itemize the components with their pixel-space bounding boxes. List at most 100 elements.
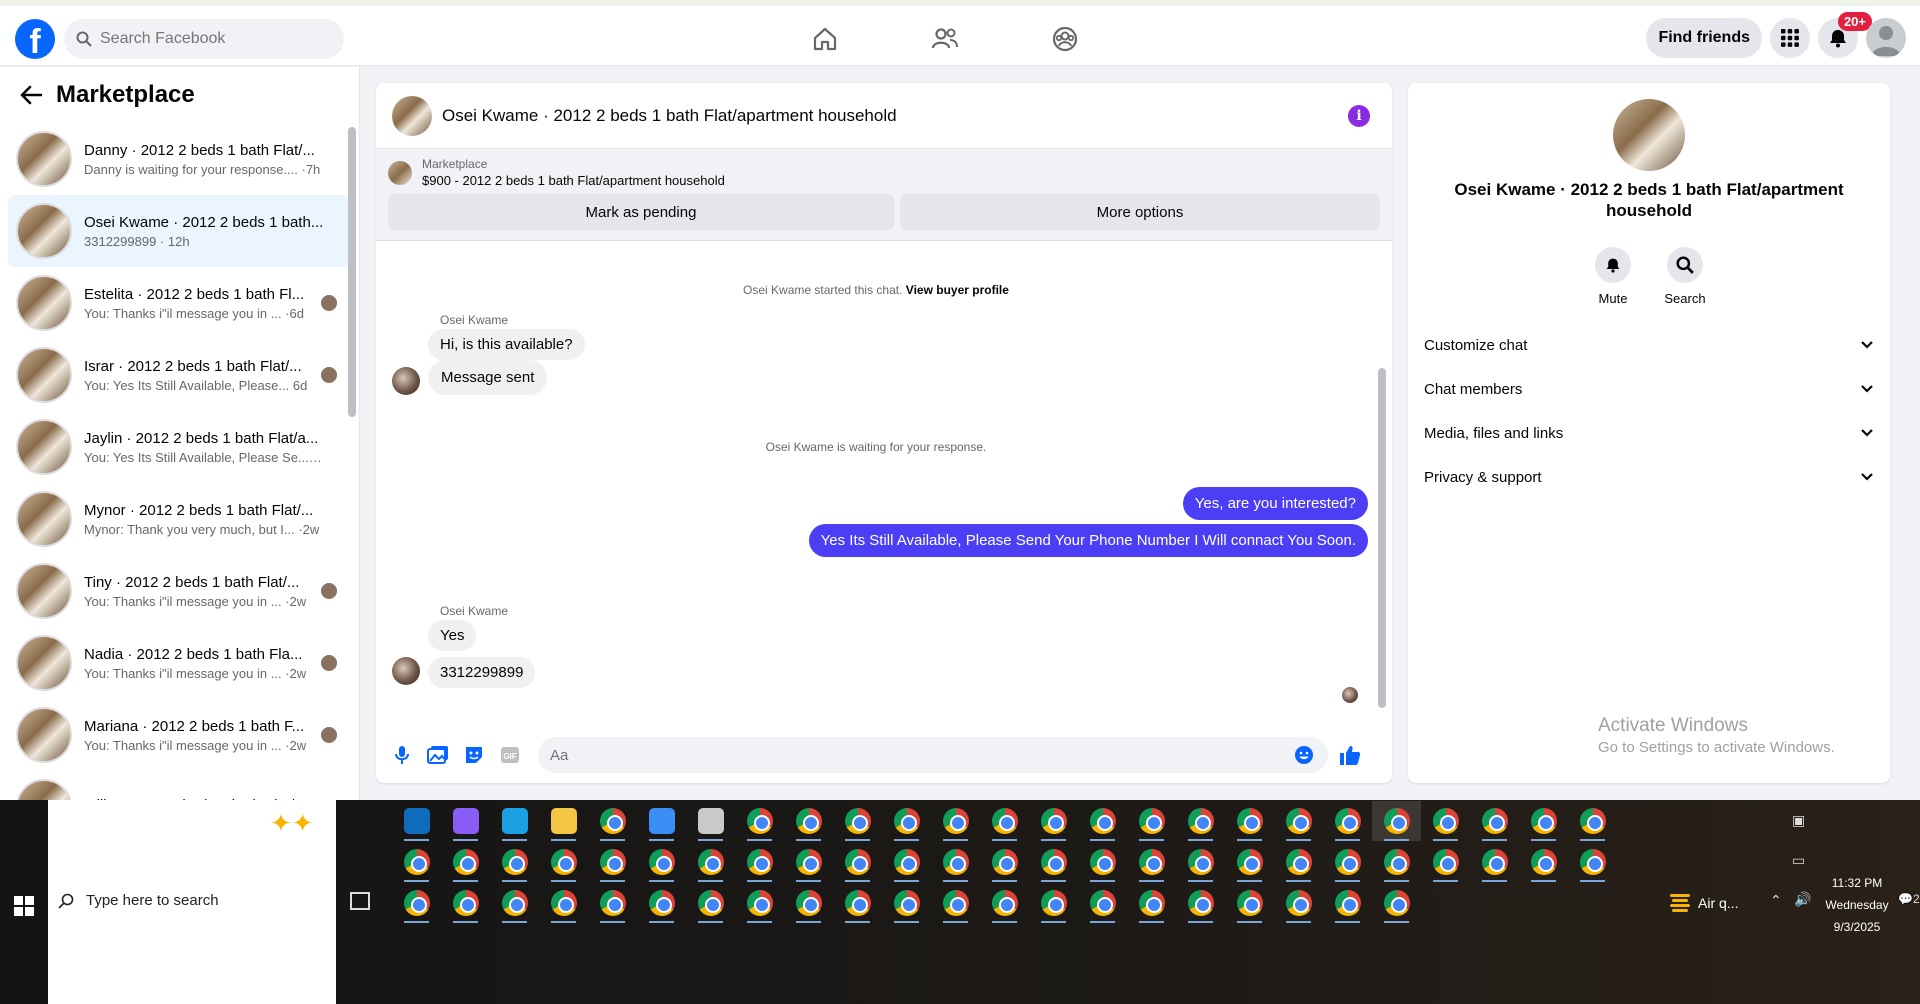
chrome-icon[interactable]	[637, 883, 686, 923]
chrome-icon[interactable]	[1225, 801, 1274, 841]
outgoing-message[interactable]: Yes, are you interested?	[1182, 487, 1368, 520]
sender-avatar[interactable]	[392, 367, 420, 395]
chat-listing-thumbnail[interactable]	[392, 95, 432, 136]
chrome-icon[interactable]	[1372, 842, 1421, 882]
chrome-icon[interactable]	[1274, 801, 1323, 841]
conversation-item[interactable]: Osei Kwame · 2012 2 beds 1 bath... 331229…	[8, 195, 351, 267]
chevron-up-icon[interactable]: ⌃	[1770, 892, 1782, 909]
sender-avatar[interactable]	[392, 657, 420, 685]
chrome-icon[interactable]	[980, 883, 1029, 923]
chrome-icon[interactable]	[441, 883, 490, 923]
sticker-icon[interactable]	[462, 743, 486, 767]
conversation-item[interactable]: Estelita · 2012 2 beds 1 bath Fl... You: …	[8, 267, 351, 339]
chrome-icon[interactable]	[490, 883, 539, 923]
chrome-icon[interactable]	[1421, 842, 1470, 882]
chrome-icon[interactable]	[1274, 842, 1323, 882]
chrome-icon[interactable]	[1029, 842, 1078, 882]
gif-icon[interactable]: GIF	[498, 743, 522, 767]
chrome-icon[interactable]	[1568, 801, 1617, 841]
chrome-icon[interactable]	[392, 883, 441, 923]
chrome-icon[interactable]	[833, 801, 882, 841]
chrome-icon[interactable]	[1372, 883, 1421, 923]
edge-icon[interactable]	[490, 801, 539, 841]
chrome-icon[interactable]	[1519, 801, 1568, 841]
like-thumb-icon[interactable]	[1338, 743, 1362, 767]
message-input[interactable]	[538, 737, 1328, 773]
media-files-links-section[interactable]: Media, files and links	[1424, 415, 1874, 451]
chrome-icon[interactable]	[980, 801, 1029, 841]
microphone-icon[interactable]	[390, 743, 414, 767]
chrome-icon[interactable]	[931, 842, 980, 882]
taskbar-search-box[interactable]: ✦✦ Type here to search	[48, 800, 336, 1004]
conversation-item[interactable]: Israr · 2012 2 beds 1 bath Flat/... You: …	[8, 339, 351, 411]
chrome-icon[interactable]	[1176, 801, 1225, 841]
chrome-icon[interactable]	[1372, 801, 1421, 841]
chrome-icon[interactable]	[980, 842, 1029, 882]
chrome-icon[interactable]	[1176, 883, 1225, 923]
conversation-item[interactable]: Jaylin · 2012 2 beds 1 bath Flat/a... You…	[8, 411, 351, 483]
chrome-icon[interactable]	[882, 801, 931, 841]
store-icon[interactable]	[637, 801, 686, 841]
chrome-icon[interactable]	[931, 801, 980, 841]
chat-scrollbar[interactable]	[1378, 368, 1386, 708]
task-view-icon[interactable]	[350, 892, 370, 910]
chrome-icon[interactable]	[882, 883, 931, 923]
chrome-icon[interactable]	[588, 883, 637, 923]
chrome-icon[interactable]	[784, 842, 833, 882]
chrome-icon[interactable]	[1225, 842, 1274, 882]
weather-widget[interactable]: Air q...	[1670, 892, 1738, 914]
chrome-icon[interactable]	[539, 842, 588, 882]
back-arrow-icon[interactable]	[20, 85, 42, 105]
facebook-logo[interactable]: f	[15, 19, 55, 59]
conversation-item[interactable]: Tiny · 2012 2 beds 1 bath Flat/... You: T…	[8, 555, 351, 627]
chrome-icon[interactable]	[1323, 801, 1372, 841]
chrome-icon[interactable]	[637, 842, 686, 882]
chrome-icon[interactable]	[588, 801, 637, 841]
find-friends-button[interactable]: Find friends	[1646, 18, 1762, 58]
friends-icon[interactable]	[920, 19, 970, 59]
copilot-icon[interactable]	[441, 801, 490, 841]
chrome-icon[interactable]	[539, 883, 588, 923]
more-options-button[interactable]: More options	[899, 194, 1380, 230]
photo-icon[interactable]	[426, 743, 450, 767]
chat-title[interactable]: Osei Kwame · 2012 2 beds 1 bath Flat/apa…	[442, 106, 897, 126]
chrome-icon[interactable]	[588, 842, 637, 882]
chrome-icon[interactable]	[1078, 883, 1127, 923]
chrome-icon[interactable]	[1127, 801, 1176, 841]
sidebar-scrollbar[interactable]	[348, 127, 356, 417]
privacy-support-section[interactable]: Privacy & support	[1424, 459, 1874, 495]
chrome-icon[interactable]	[833, 842, 882, 882]
chrome-icon[interactable]	[1029, 883, 1078, 923]
chrome-icon[interactable]	[1323, 842, 1372, 882]
chrome-icon[interactable]	[833, 883, 882, 923]
info-listing-thumbnail[interactable]	[1613, 99, 1685, 171]
outgoing-message[interactable]: Yes Its Still Available, Please Send You…	[808, 524, 1368, 557]
snip-icon[interactable]	[686, 801, 735, 841]
menu-grid-button[interactable]	[1770, 18, 1810, 58]
chrome-icon[interactable]	[686, 883, 735, 923]
chrome-icon[interactable]	[686, 842, 735, 882]
account-avatar[interactable]	[1866, 18, 1906, 58]
chrome-icon[interactable]	[1225, 883, 1274, 923]
mark-as-pending-button[interactable]: Mark as pending	[388, 194, 894, 230]
mute-button[interactable]: Mute	[1590, 247, 1636, 306]
conversation-item[interactable]: Danny · 2012 2 beds 1 bath Flat/... Danny…	[8, 123, 351, 195]
conversation-item[interactable]: Milka · 2012 2 beds 1 bath Flat/a...	[8, 771, 351, 800]
chrome-icon[interactable]	[1519, 842, 1568, 882]
chrome-icon[interactable]	[1274, 883, 1323, 923]
chrome-icon[interactable]	[1078, 801, 1127, 841]
chrome-icon[interactable]	[490, 842, 539, 882]
notification-center-icon[interactable]: 💬2	[1898, 892, 1920, 906]
search-input[interactable]	[100, 30, 320, 48]
chrome-icon[interactable]	[735, 801, 784, 841]
chrome-icon[interactable]	[392, 842, 441, 882]
chat-members-section[interactable]: Chat members	[1424, 371, 1874, 407]
incoming-message[interactable]: Message sent	[428, 360, 548, 395]
chrome-icon[interactable]	[1127, 883, 1176, 923]
listing-price-title[interactable]: $900 - 2012 2 beds 1 bath Flat/apartment…	[422, 173, 725, 188]
chrome-icon[interactable]	[784, 801, 833, 841]
chrome-icon[interactable]	[1323, 883, 1372, 923]
search-in-chat-button[interactable]: Search	[1662, 247, 1708, 306]
home-icon[interactable]	[800, 19, 850, 59]
incoming-message[interactable]: 3312299899	[428, 657, 536, 688]
